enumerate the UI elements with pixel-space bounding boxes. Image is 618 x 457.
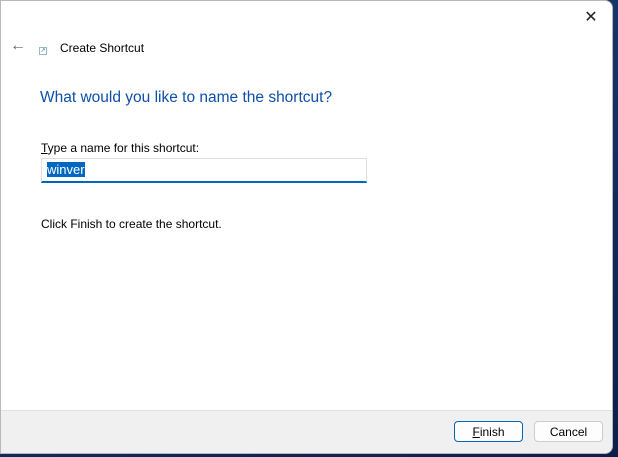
back-button[interactable]: ← (10, 37, 26, 55)
button-bar: Finish Cancel (1, 410, 612, 453)
cancel-button[interactable]: Cancel (534, 421, 603, 442)
back-arrow-icon: ← (10, 37, 26, 54)
finish-button[interactable]: Finish (454, 421, 523, 442)
info-text: Click Finish to create the shortcut. (41, 217, 222, 231)
shortcut-name-input[interactable]: winver (41, 158, 367, 183)
shortcut-icon: ↗ (39, 47, 47, 55)
page-heading: What would you like to name the shortcut… (40, 89, 333, 106)
close-button[interactable]: ✕ (576, 3, 606, 31)
create-shortcut-dialog: ✕ ← ↗ Create Shortcut What would you lik… (0, 0, 613, 454)
dialog-title: Create Shortcut (60, 41, 145, 55)
name-label: Type a name for this shortcut: (41, 141, 200, 155)
close-icon: ✕ (584, 9, 598, 26)
